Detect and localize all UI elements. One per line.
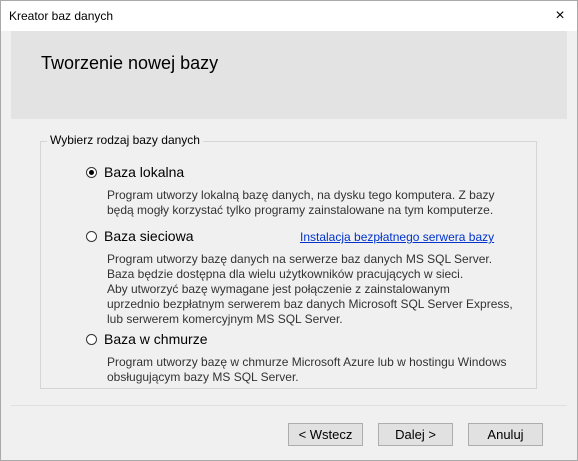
network-database-description: Program utworzy bazę danych na serwerze …: [107, 252, 527, 327]
description-line: będą mogły korzystać tylko programy zain…: [107, 203, 494, 217]
radio-button[interactable]: [86, 333, 97, 345]
description-line: Program utworzy bazę w chmurze Microsoft…: [107, 355, 507, 369]
window-title: Kreator baz danych: [9, 9, 114, 23]
next-button[interactable]: Dalej >: [378, 423, 453, 446]
description-line: uprzednio bezpłatnym serwerem baz danych…: [107, 297, 513, 311]
cloud-database-description: Program utworzy bazę w chmurze Microsoft…: [107, 355, 527, 385]
description-line: Program utworzy lokalną bazę danych, na …: [107, 188, 495, 202]
radio-button-checked[interactable]: [86, 166, 97, 178]
radio-label: Baza lokalna: [104, 164, 185, 180]
wizard-header: Tworzenie nowej bazy: [11, 31, 567, 119]
wizard-window: Kreator baz danych × Tworzenie nowej baz…: [0, 0, 578, 461]
description-line: obsługującym bazy MS SQL Server.: [107, 370, 299, 384]
radio-label: Baza w chmurze: [104, 331, 208, 347]
back-button[interactable]: < Wstecz: [288, 423, 363, 446]
description-line: lub serwerem komercyjnym MS SQL Server.: [107, 312, 343, 326]
radio-cloud-database[interactable]: Baza w chmurze: [86, 331, 207, 347]
install-free-server-link[interactable]: Instalacja bezpłatnego serwera bazy: [300, 230, 494, 244]
description-line: Baza będzie dostępna dla wielu użytkowni…: [107, 267, 464, 281]
close-button[interactable]: ×: [543, 1, 577, 31]
radio-network-database[interactable]: Baza sieciowa: [86, 228, 194, 244]
close-icon: ×: [555, 7, 565, 24]
description-line: Aby utworzyć bazę wymagane jest połączen…: [107, 282, 450, 296]
footer-divider: [11, 405, 567, 406]
radio-label: Baza sieciowa: [104, 228, 194, 244]
cancel-button[interactable]: Anuluj: [468, 423, 543, 446]
title-bar: Kreator baz danych ×: [1, 1, 577, 31]
page-title: Tworzenie nowej bazy: [41, 53, 219, 73]
local-database-description: Program utworzy lokalną bazę danych, na …: [107, 188, 527, 218]
description-line: Program utworzy bazę danych na serwerze …: [107, 252, 493, 266]
radio-local-database[interactable]: Baza lokalna: [86, 164, 184, 180]
group-legend: Wybierz rodzaj bazy danych: [47, 133, 203, 147]
radio-button[interactable]: [86, 230, 97, 242]
